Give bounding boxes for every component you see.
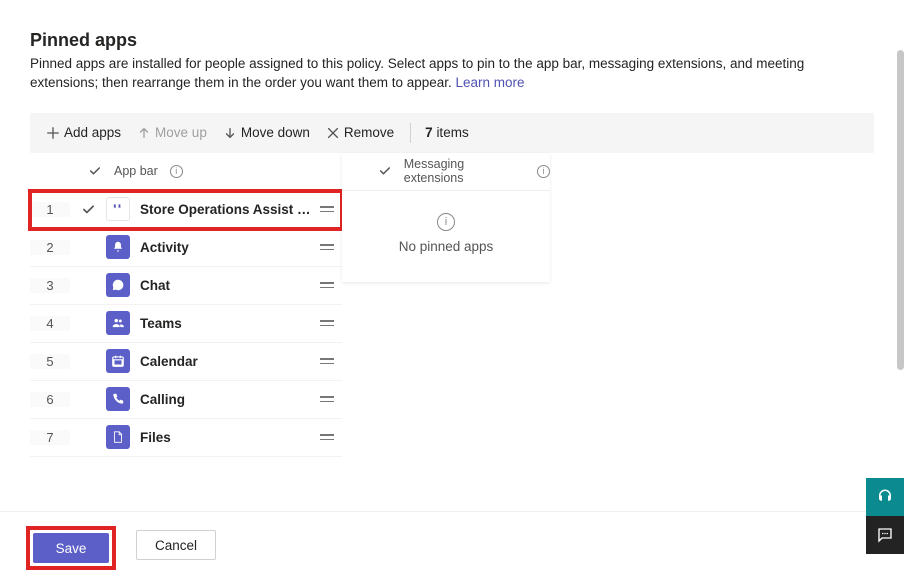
app-label: Calling xyxy=(140,392,312,407)
calendar-icon xyxy=(106,349,130,373)
appbar-row[interactable]: 4 Teams xyxy=(30,305,342,343)
info-icon: i xyxy=(437,213,455,231)
remove-button[interactable]: Remove xyxy=(318,117,402,149)
appbar-row[interactable]: 7 Files xyxy=(30,419,342,457)
msgext-empty-state: i No pinned apps xyxy=(342,191,550,282)
app-label: Files xyxy=(140,430,312,445)
drag-handle[interactable] xyxy=(312,396,342,402)
app-label: Chat xyxy=(140,278,312,293)
list-toolbar: Add apps Move up Move down Remove 7 item… xyxy=(30,113,874,153)
learn-more-link[interactable]: Learn more xyxy=(456,75,525,90)
feedback-widget-button[interactable] xyxy=(866,516,904,554)
file-icon xyxy=(106,425,130,449)
store-icon xyxy=(106,197,130,221)
row-number: 1 xyxy=(30,202,70,217)
appbar-row[interactable]: 3 Chat xyxy=(30,267,342,305)
row-checkbox[interactable] xyxy=(70,203,106,216)
msgext-list-panel: Messaging extensions i i No pinned apps xyxy=(342,153,550,282)
appbar-row[interactable]: 5 Calendar xyxy=(30,343,342,381)
row-number: 6 xyxy=(30,392,70,407)
arrow-down-icon xyxy=(223,126,237,140)
close-icon xyxy=(326,126,340,140)
row-number: 2 xyxy=(30,240,70,255)
appbar-list-header: App bar i xyxy=(30,153,342,191)
save-button[interactable]: Save xyxy=(33,533,109,563)
drag-handle[interactable] xyxy=(312,282,342,288)
move-up-button[interactable]: Move up xyxy=(129,117,215,149)
plus-icon xyxy=(46,126,60,140)
info-icon[interactable]: i xyxy=(170,165,183,178)
row-number: 7 xyxy=(30,430,70,445)
drag-handle[interactable] xyxy=(312,320,342,326)
appbar-row[interactable]: 6 Calling xyxy=(30,381,342,419)
row-number: 4 xyxy=(30,316,70,331)
drag-handle[interactable] xyxy=(312,244,342,250)
row-number: 3 xyxy=(30,278,70,293)
info-icon[interactable]: i xyxy=(537,165,550,178)
appbar-header-label: App bar xyxy=(114,164,158,178)
app-label: Store Operations Assist T… xyxy=(140,202,312,217)
appbar-list-panel: App bar i 1 Store Operations Assist T… 2… xyxy=(30,153,342,457)
toolbar-separator xyxy=(410,123,411,143)
phone-icon xyxy=(106,387,130,411)
msgext-list-header: Messaging extensions i xyxy=(342,153,550,191)
select-all-msgext-checkbox[interactable] xyxy=(378,164,392,178)
bell-icon xyxy=(106,235,130,259)
arrow-up-icon xyxy=(137,126,151,140)
drag-handle[interactable] xyxy=(312,358,342,364)
item-count: 7 items xyxy=(419,125,469,140)
move-down-button[interactable]: Move down xyxy=(215,117,318,149)
app-label: Activity xyxy=(140,240,312,255)
appbar-row[interactable]: 2 Activity xyxy=(30,229,342,267)
cancel-button[interactable]: Cancel xyxy=(136,530,216,560)
section-title: Pinned apps xyxy=(30,30,874,51)
row-number: 5 xyxy=(30,354,70,369)
section-description: Pinned apps are installed for people ass… xyxy=(30,55,874,93)
drag-handle[interactable] xyxy=(312,206,342,212)
select-all-checkbox[interactable] xyxy=(88,164,102,178)
app-label: Calendar xyxy=(140,354,312,369)
help-widget-button[interactable] xyxy=(866,478,904,516)
msgext-header-label: Messaging extensions xyxy=(404,157,525,185)
page-footer: Save Cancel xyxy=(0,511,904,588)
app-label: Teams xyxy=(140,316,312,331)
appbar-row[interactable]: 1 Store Operations Assist T… xyxy=(30,191,342,229)
add-apps-button[interactable]: Add apps xyxy=(38,117,129,149)
drag-handle[interactable] xyxy=(312,434,342,440)
scrollbar[interactable] xyxy=(897,50,904,370)
chat-icon xyxy=(106,273,130,297)
people-icon xyxy=(106,311,130,335)
